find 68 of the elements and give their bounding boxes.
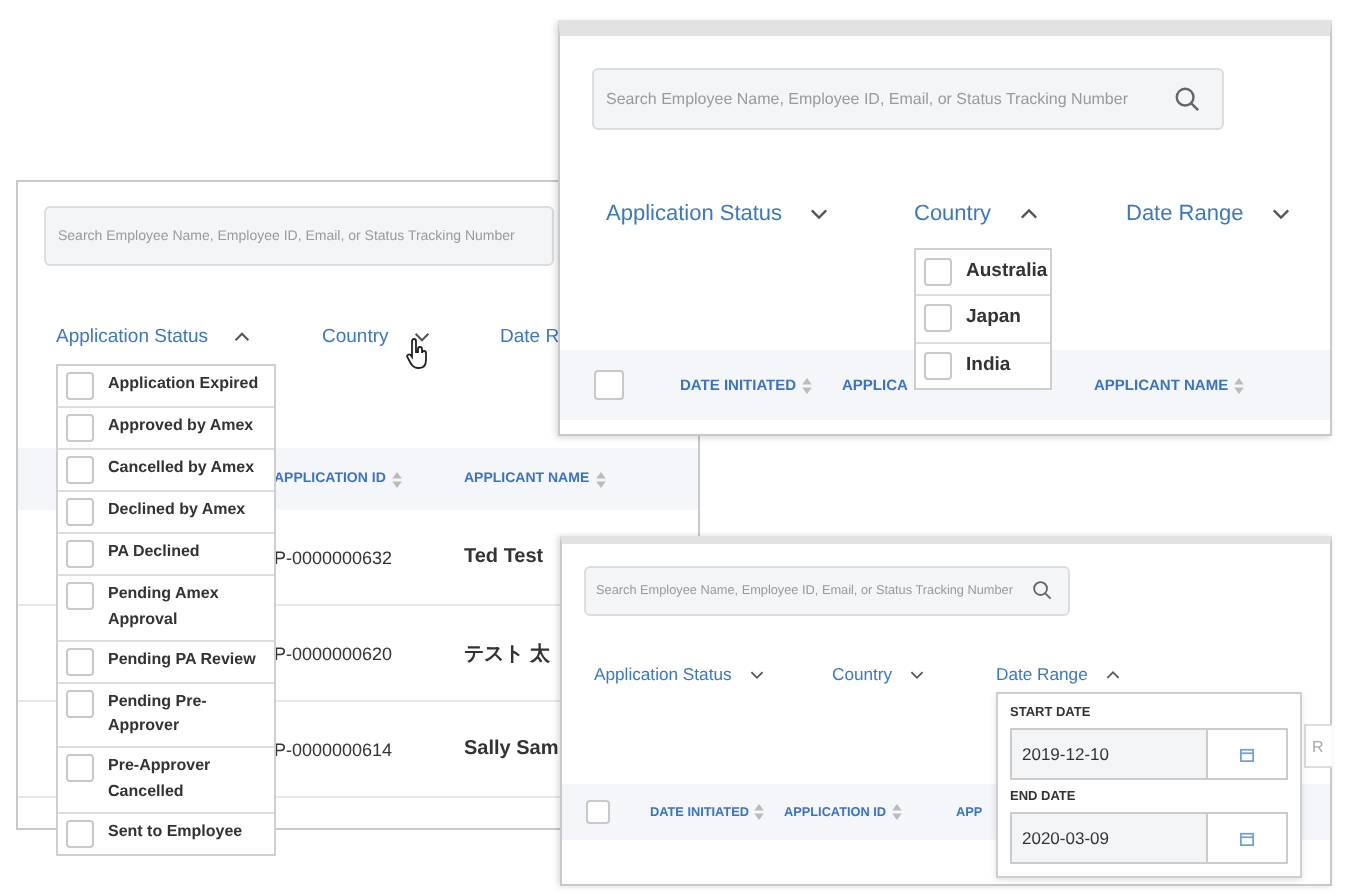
- date-field[interactable]: 2020-03-09: [1010, 812, 1288, 864]
- checkbox[interactable]: [66, 689, 94, 718]
- checkbox[interactable]: [924, 258, 952, 286]
- dropdown-option[interactable]: Sent to Employee: [58, 813, 274, 854]
- sort-icon[interactable]: [391, 471, 402, 487]
- sort-icon[interactable]: [595, 471, 606, 487]
- filter-toggle[interactable]: Date Range: [996, 664, 1088, 684]
- table-cell-text: テスト 太: [464, 641, 550, 667]
- caret-up-icon[interactable]: [1105, 669, 1120, 679]
- caret-down-icon[interactable]: [910, 669, 925, 679]
- search-icon[interactable]: [1174, 86, 1200, 112]
- filter-toggle[interactable]: Application Status: [594, 664, 732, 684]
- filter-toggle[interactable]: Country: [322, 325, 389, 347]
- checkbox[interactable]: [66, 372, 94, 400]
- table-cell-text: P-0000000614: [274, 739, 395, 759]
- dropdown-option[interactable]: Japan: [916, 296, 1050, 343]
- sort-icon[interactable]: [802, 377, 813, 393]
- checkbox[interactable]: [66, 414, 94, 442]
- table-cell: Sally Sam: [464, 738, 559, 760]
- search-icon[interactable]: [1032, 580, 1052, 600]
- filter-toggle[interactable]: Country: [914, 202, 992, 226]
- table-cell-text: P-0000000620: [274, 643, 395, 663]
- calendar-icon: [1240, 831, 1254, 845]
- caret-down-icon[interactable]: [414, 331, 431, 341]
- caret-down-icon[interactable]: [749, 669, 764, 679]
- checkbox[interactable]: [66, 754, 94, 783]
- checkbox[interactable]: [924, 304, 952, 333]
- dropdown-option[interactable]: Pending PA Review: [58, 641, 274, 684]
- table-cell-text: P-0000000632: [274, 547, 395, 567]
- caret-down-icon[interactable]: [810, 208, 829, 220]
- select-all-checkbox[interactable]: [594, 370, 624, 400]
- dropdown-option[interactable]: Pending Amex Approval: [58, 576, 274, 642]
- checkbox[interactable]: [66, 647, 94, 676]
- checkbox[interactable]: [66, 540, 94, 568]
- dropdown-option[interactable]: India: [916, 343, 1050, 388]
- dropdown-option[interactable]: Cancelled by Amex: [58, 450, 274, 492]
- filter-toggle[interactable]: Date Range: [1126, 202, 1244, 226]
- dropdown-option[interactable]: Pending Pre-Approver: [58, 683, 274, 749]
- dropdown-option[interactable]: Pre-Approver Cancelled: [58, 748, 274, 814]
- input-field[interactable]: R: [1304, 724, 1332, 768]
- filter-toggle[interactable]: Application Status: [56, 325, 209, 347]
- search-field[interactable]: Search Employee Name, Employee ID, Email, or Status Tracking Number: [592, 68, 1224, 130]
- checkbox[interactable]: [66, 582, 94, 610]
- sort-icon[interactable]: [1234, 377, 1245, 393]
- dropdown-option[interactable]: Approved by Amex: [58, 408, 274, 450]
- dropdown-option[interactable]: Application Expired: [58, 366, 274, 408]
- filter-toggle[interactable]: Application Status: [606, 202, 783, 226]
- calendar-icon: [1240, 747, 1254, 761]
- filter-toggle[interactable]: Date R: [500, 325, 560, 347]
- checkbox[interactable]: [66, 819, 94, 848]
- filter-toggle[interactable]: Country: [832, 664, 893, 684]
- dropdown-option[interactable]: Australia: [916, 250, 1050, 297]
- checkbox[interactable]: [66, 498, 94, 526]
- checkbox[interactable]: [66, 456, 94, 484]
- table-cell: Ted Test: [464, 546, 544, 568]
- checkbox[interactable]: [924, 351, 952, 379]
- dropdown-option[interactable]: Declined by Amex: [58, 492, 274, 534]
- sort-icon[interactable]: [892, 804, 903, 820]
- caret-up-icon[interactable]: [1019, 208, 1038, 220]
- sort-icon[interactable]: [754, 804, 765, 820]
- caret-down-icon[interactable]: [1271, 208, 1290, 220]
- calendar-button[interactable]: [1208, 730, 1286, 778]
- caret-up-icon[interactable]: [234, 331, 251, 341]
- date-field[interactable]: 2019-12-10: [1010, 728, 1288, 780]
- select-all-checkbox[interactable]: [586, 800, 610, 824]
- calendar-button[interactable]: [1208, 814, 1286, 862]
- pointer-cursor-icon: [406, 338, 430, 370]
- dropdown-option[interactable]: PA Declined: [58, 534, 274, 576]
